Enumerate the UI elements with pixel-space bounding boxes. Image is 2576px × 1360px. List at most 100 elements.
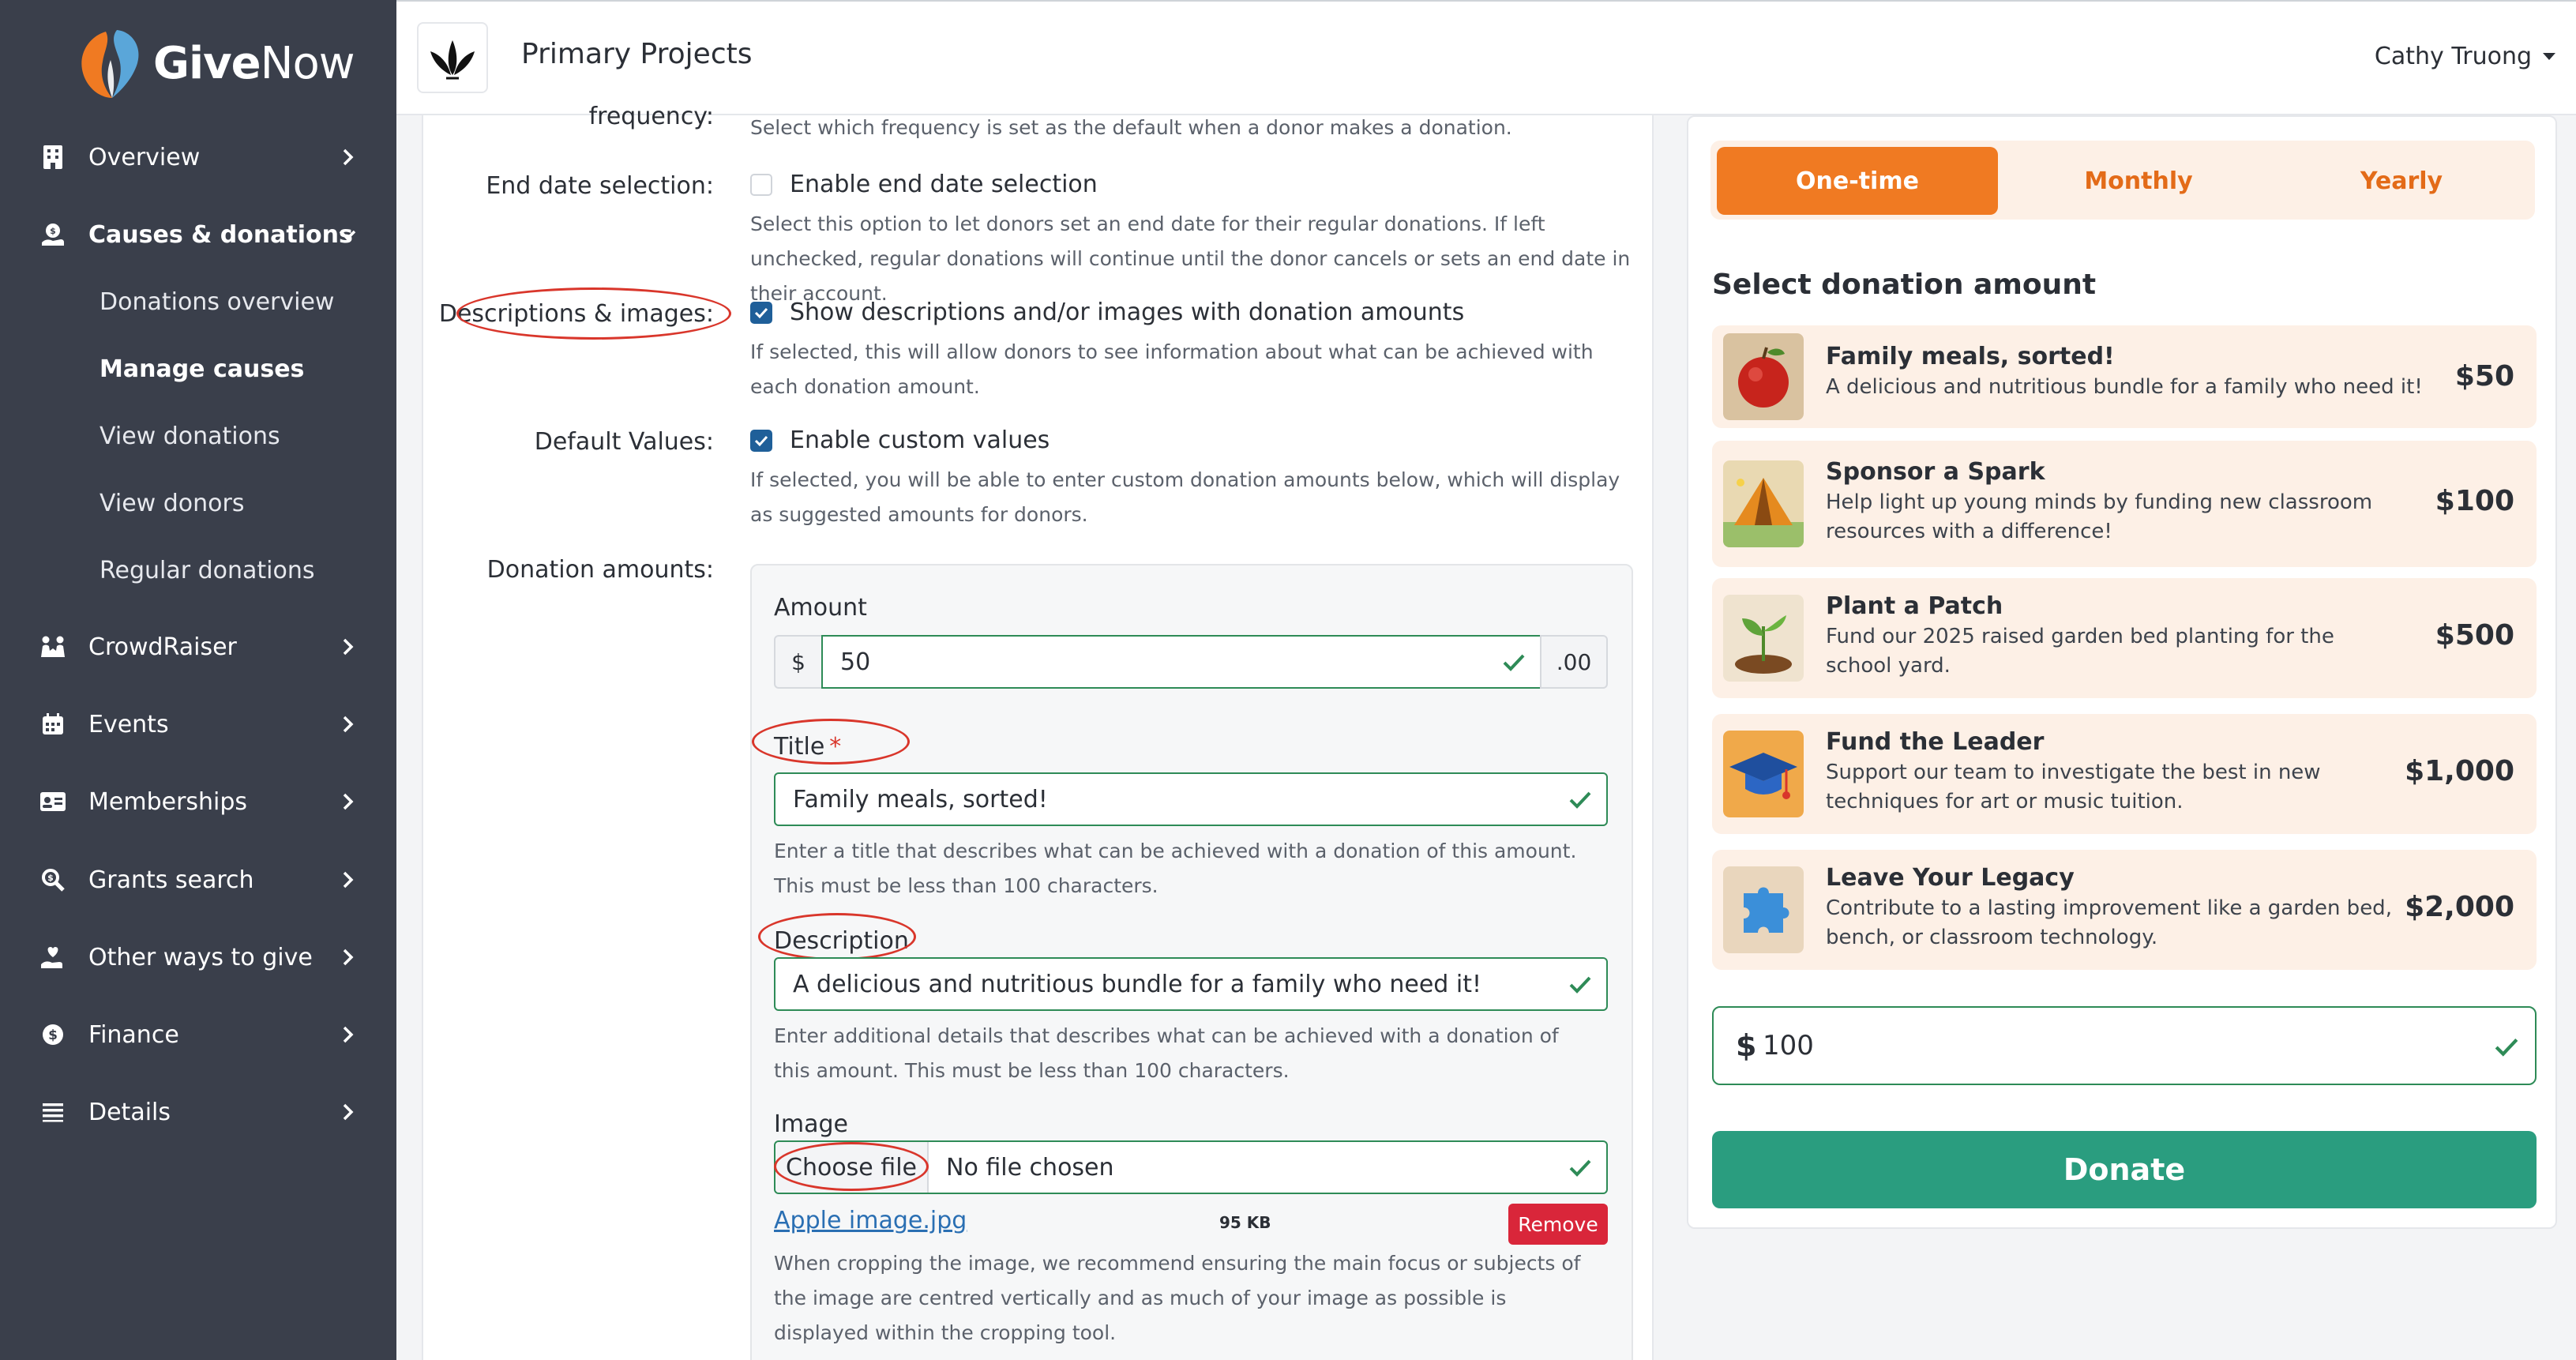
descriptions-images-checkbox-label[interactable]: Show descriptions and/or images with don… [790,299,1464,326]
user-name: Cathy Truong [2374,43,2532,70]
donation-tier[interactable]: Sponsor a Spark Help light up young mind… [1712,441,2537,567]
frequency-tabs: One-time Monthly Yearly [1710,141,2535,220]
title-input[interactable]: Family meals, sorted! [774,772,1608,826]
organisation-logo [417,22,488,93]
sidebar-item-details[interactable]: Details [0,1074,396,1150]
logo-now: Now [260,37,355,89]
sidebar-subitem-view-donations[interactable]: View donations [100,412,280,460]
file-status: No file chosen [946,1153,1114,1182]
sidebar-item-causes-donations[interactable]: $ Causes & donations [0,197,396,272]
valid-check-icon [1569,976,1591,994]
sidebar-subitem-manage-causes[interactable]: Manage causes [100,345,304,393]
sidebar-item-crowdraiser[interactable]: CrowdRaiser [0,609,396,685]
sidebar-subitem-view-donors[interactable]: View donors [100,479,244,527]
sidebar-item-label: CrowdRaiser [88,633,237,661]
image-label: Image [774,1110,848,1138]
givenow-logo-icon [81,30,139,98]
donation-widget-preview: One-time Monthly Yearly Select donation … [1687,115,2557,1229]
sidebar-item-grants-search[interactable]: $ Grants search [0,842,396,918]
dollar-circle-icon: $ [39,1021,66,1048]
amount-label: Amount [774,594,867,622]
donation-tier[interactable]: Plant a Patch Fund our 2025 raised garde… [1712,578,2537,698]
tier-title: Plant a Patch [1826,592,2003,620]
end-date-checkbox-label[interactable]: Enable end date selection [790,171,1098,198]
svg-text:$: $ [50,226,56,236]
people-icon [39,633,66,660]
hand-coin-icon: $ [39,221,66,248]
default-values-checkbox[interactable] [750,429,772,452]
sidebar-item-memberships[interactable]: Memberships [0,764,396,840]
default-values-row: Enable custom values [750,426,1050,454]
file-size: 95 KB [1219,1213,1271,1232]
valid-check-icon [1503,654,1525,671]
chevron-down-icon [339,230,356,241]
user-menu[interactable]: Cathy Truong [2375,43,2555,70]
leaf-logo-icon [430,40,475,80]
title-help: Enter a title that describes what can be… [774,840,1577,897]
logo-give: Give [153,37,261,89]
calendar-icon [39,711,66,738]
remove-file-button[interactable]: Remove [1508,1204,1608,1245]
descriptions-images-row: Show descriptions and/or images with don… [750,299,1464,326]
checkmark-icon [754,435,768,446]
id-card-icon [39,788,66,815]
tier-amount: $500 [2435,619,2514,652]
donation-tier[interactable]: Leave Your Legacy Contribute to a lastin… [1712,850,2537,970]
amount-value: 50 [840,648,871,676]
descriptions-images-checkbox[interactable] [750,301,772,324]
sidebar-item-label: Grants search [88,866,254,894]
sidebar-item-other-ways-to-give[interactable]: Other ways to give [0,919,396,995]
annotation-oval [774,1142,929,1191]
custom-amount-input[interactable]: $ 100 [1712,1006,2537,1085]
frequency-help: Select which frequency is set as the def… [750,116,1512,139]
valid-check-icon [1569,1159,1591,1177]
sidebar-subitem-regular-donations[interactable]: Regular donations [100,547,315,594]
cents-addon: .00 [1540,635,1608,689]
frequency-label: frequency: [588,103,714,130]
default-values-help: If selected, you will be able to enter c… [750,468,1620,526]
valid-check-icon [2495,1038,2518,1057]
svg-text:$: $ [47,873,54,883]
chevron-right-icon [343,148,354,166]
tab-one-time[interactable]: One-time [1717,147,1998,215]
sidebar-item-finance[interactable]: $ Finance [0,997,396,1073]
title-value: Family meals, sorted! [793,785,1048,813]
image-help: When cropping the image, we recommend en… [774,1252,1581,1344]
tier-description: Support our team to investigate the best… [1826,761,2321,813]
default-values-label: Default Values: [534,428,714,456]
top-bar: Primary Projects Cathy Truong [396,0,2576,115]
tier-description: A delicious and nutritious bundle for a … [1826,375,2423,399]
description-input[interactable]: A delicious and nutritious bundle for a … [774,957,1608,1011]
donation-amounts-label: Donation amounts: [486,556,714,584]
donation-tier[interactable]: Fund the Leader Support our team to inve… [1712,714,2537,834]
tier-amount: $1,000 [2405,755,2514,787]
amount-input[interactable]: 50 [821,635,1541,689]
cause-settings-form: frequency: Select which frequency is set… [422,103,1654,1360]
custom-amount-value: 100 [1763,1030,1814,1061]
logo-wordmark: GiveNow [153,38,355,89]
givenow-logo[interactable]: GiveNow [76,24,355,103]
sidebar-item-label: Events [88,710,169,738]
sidebar-item-events[interactable]: Events [0,686,396,762]
donation-tier[interactable]: Family meals, sorted! A delicious and nu… [1712,325,2537,428]
donate-button[interactable]: Donate [1712,1131,2537,1208]
svg-text:$: $ [48,1028,58,1043]
tier-title: Leave Your Legacy [1826,864,2075,892]
chevron-right-icon [343,1103,354,1121]
sidebar-item-overview[interactable]: Overview [0,119,396,195]
graduation-cap-image [1723,731,1804,817]
tab-monthly[interactable]: Monthly [2004,147,2273,215]
sidebar-item-label: Causes & donations [88,220,353,249]
tab-yearly[interactable]: Yearly [2273,147,2530,215]
end-date-checkbox[interactable] [750,173,772,196]
tier-title: Sponsor a Spark [1826,458,2045,486]
chevron-right-icon [343,638,354,656]
default-values-checkbox-label[interactable]: Enable custom values [790,426,1050,454]
valid-check-icon [1569,791,1591,809]
sidebar-subitem-donations-overview[interactable]: Donations overview [100,278,334,325]
end-date-label: End date selection: [486,172,714,200]
uploaded-file-link[interactable]: Apple image.jpg [774,1207,967,1234]
select-amount-heading: Select donation amount [1712,269,2097,301]
sidebar-item-label: Memberships [88,787,248,816]
chevron-right-icon [343,949,354,966]
